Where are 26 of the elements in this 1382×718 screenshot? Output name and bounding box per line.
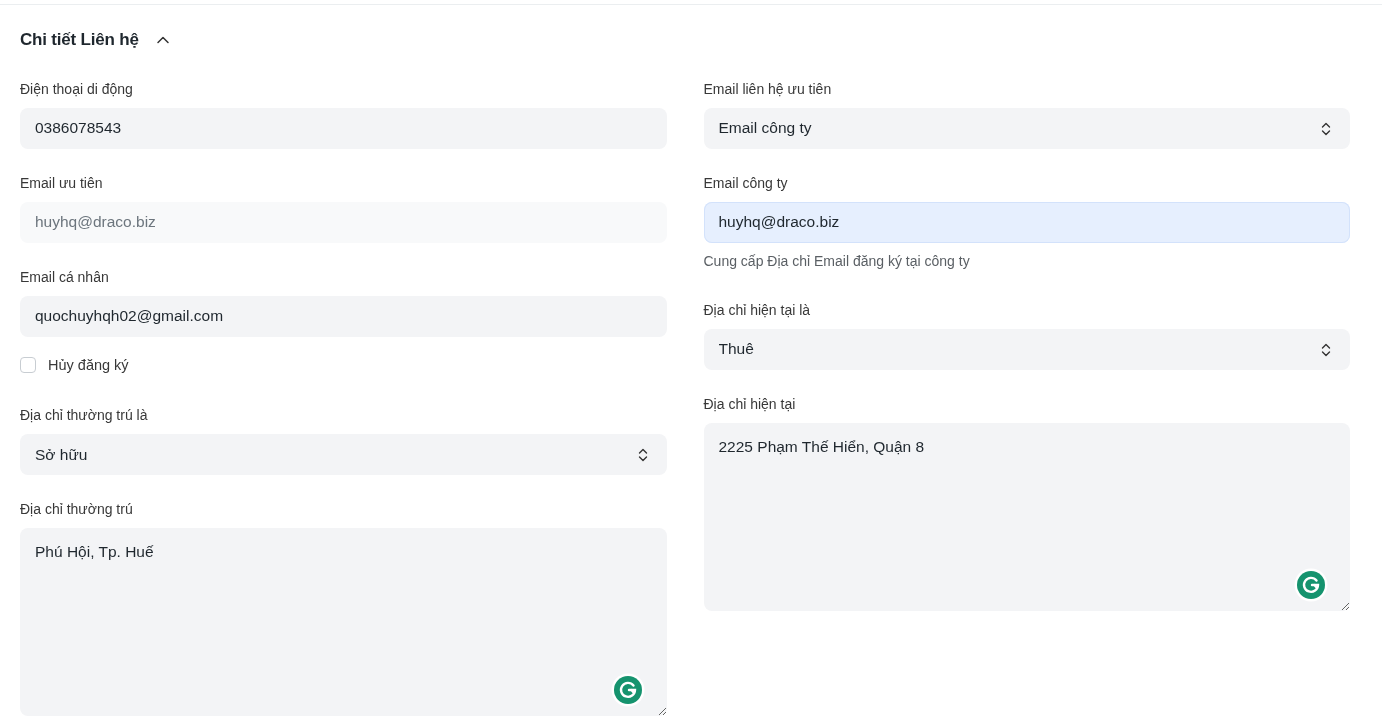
field-label: Địa chỉ thường trú là bbox=[20, 406, 148, 426]
checkbox[interactable] bbox=[20, 357, 36, 374]
section-title: Chi tiết Liên hệ bbox=[20, 29, 139, 51]
input-field[interactable]: huyhq@draco.biz bbox=[703, 201, 1350, 243]
input-field[interactable]: quochuyhqh02@gmail.com bbox=[20, 295, 667, 337]
select-field[interactable]: Thuê bbox=[703, 328, 1350, 370]
field-label: Email ưu tiên bbox=[20, 173, 103, 193]
field-label: Điện thoại di động bbox=[20, 79, 133, 99]
text-area[interactable]: 2225 Phạm Thế Hiển, Quận 8 bbox=[703, 422, 1350, 611]
field-label: Email liên hệ ưu tiên bbox=[703, 79, 832, 99]
field-label: Email công ty bbox=[703, 173, 788, 193]
field-label: Địa chỉ thường trú bbox=[20, 500, 133, 520]
up-down-icon bbox=[1321, 120, 1331, 137]
help-text: Cung cấp Địa chỉ Email đăng ký tại công ty bbox=[703, 251, 970, 271]
g-badge-icon[interactable] bbox=[610, 673, 645, 708]
text-area[interactable]: Phú Hội, Tp. Huế bbox=[20, 528, 667, 717]
up-down-icon bbox=[1321, 341, 1331, 358]
field-label: Địa chỉ hiện tại là bbox=[703, 300, 811, 320]
input-field[interactable]: 0386078543 bbox=[20, 107, 667, 149]
select-field[interactable]: Email công ty bbox=[703, 107, 1350, 149]
checkbox-label: Hủy đăng ký bbox=[48, 355, 129, 375]
up-down-icon bbox=[637, 447, 648, 464]
field-label: Email cá nhân bbox=[20, 267, 109, 287]
field-label: Địa chỉ hiện tại bbox=[703, 394, 796, 414]
g-badge-icon[interactable] bbox=[1294, 567, 1328, 602]
select-field[interactable]: Sở hữu bbox=[20, 434, 667, 476]
